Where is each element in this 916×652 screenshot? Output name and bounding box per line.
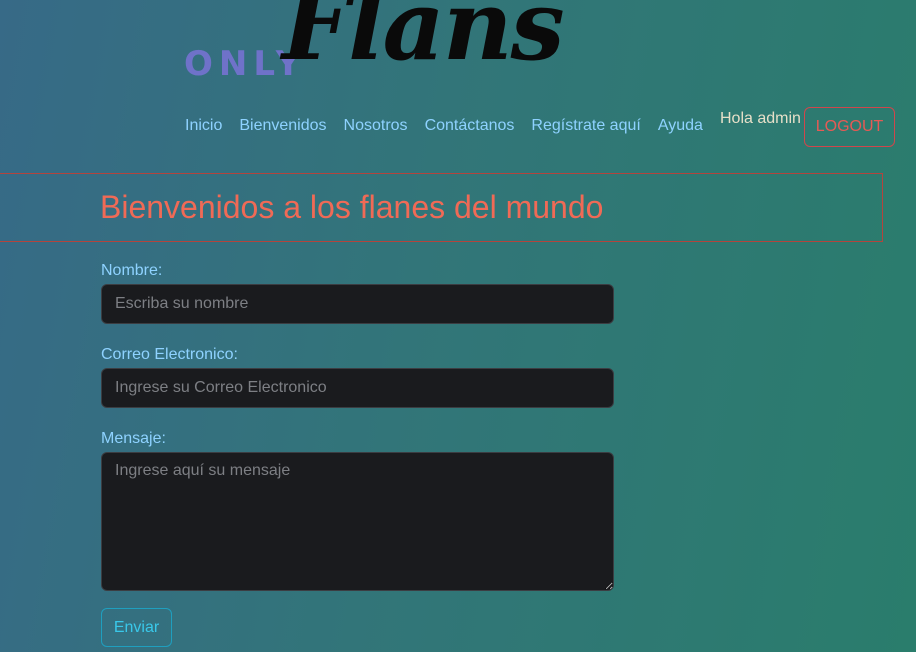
submit-button[interactable]: Enviar <box>101 608 172 647</box>
logo-name: Flans <box>282 0 565 82</box>
message-label: Mensaje: <box>101 430 166 447</box>
name-input[interactable] <box>101 284 614 324</box>
welcome-banner: Bienvenidos a los flanes del mundo <box>0 173 883 242</box>
email-input[interactable] <box>101 368 614 408</box>
email-label: Correo Electronico: <box>101 346 238 363</box>
nav-item-ayuda[interactable]: Ayuda <box>658 117 703 135</box>
message-textarea[interactable] <box>101 452 614 591</box>
main-nav: Inicio Bienvenidos Nosotros Contáctanos … <box>185 117 720 135</box>
site-logo[interactable]: ONLY Flans <box>184 0 565 95</box>
logout-button[interactable]: LOGOUT <box>804 107 895 147</box>
nav-item-nosotros[interactable]: Nosotros <box>344 117 408 135</box>
contact-form: Nombre: Correo Electronico: Mensaje: Env… <box>101 262 614 647</box>
name-label: Nombre: <box>101 262 163 279</box>
user-greeting: Hola admin <box>720 110 801 127</box>
nav-item-inicio[interactable]: Inicio <box>185 117 222 135</box>
nav-item-registrate[interactable]: Regístrate aquí <box>531 117 640 135</box>
nav-item-contactanos[interactable]: Contáctanos <box>425 117 515 135</box>
page-title: Bienvenidos a los flanes del mundo <box>100 189 604 225</box>
nav-item-bienvenidos[interactable]: Bienvenidos <box>239 117 326 135</box>
